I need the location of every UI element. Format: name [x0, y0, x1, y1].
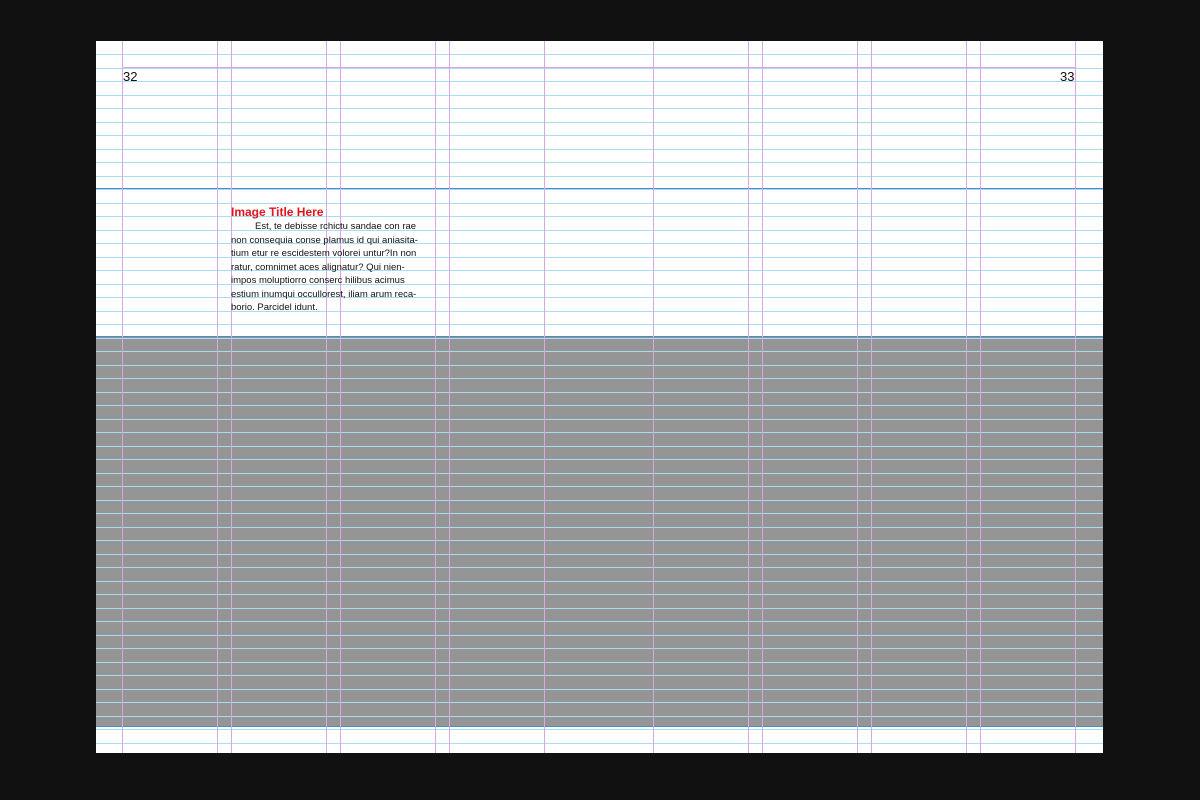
baseline-guide	[96, 81, 1103, 82]
right-page-number: 33	[1060, 69, 1075, 84]
caption-body: Est, te debisse rchictu sandae con rae n…	[231, 220, 436, 315]
baseline-guide	[96, 203, 1103, 204]
caption-title: Image Title Here	[231, 205, 324, 219]
baseline-guide	[96, 95, 1103, 96]
caption-line: ratur, comnimet aces alignatur? Qui nien…	[231, 261, 405, 273]
caption-line: tium etur re escidestem volorei untur?In…	[231, 248, 417, 259]
page-spread: 32 33 Image Title Here Est, te debisse r…	[96, 41, 1103, 753]
image-caption[interactable]: Image Title Here Est, te debisse rchictu…	[231, 205, 436, 315]
baseline-guide	[96, 108, 1103, 109]
baseline-guide	[96, 743, 1103, 744]
baseline-guide	[96, 729, 1103, 730]
baseline-guide	[96, 68, 1103, 69]
baseline-guide	[96, 189, 1103, 190]
caption-line: Est, te debisse rchictu sandae con rae	[255, 221, 417, 232]
baseline-guide	[96, 135, 1103, 136]
baseline-guide	[96, 162, 1103, 163]
section-guide	[96, 726, 1103, 727]
caption-line: impos moluptiorro conserc hilibus acimus	[231, 275, 405, 286]
image-placeholder-frame[interactable]	[96, 337, 1103, 726]
baseline-guide	[96, 122, 1103, 123]
baseline-guide	[96, 54, 1103, 55]
section-guide	[96, 188, 1103, 189]
left-page-number: 32	[123, 69, 138, 84]
caption-line: borio. Parcidel idunt.	[231, 302, 318, 313]
baseline-guide	[96, 324, 1103, 325]
baseline-guide	[96, 149, 1103, 150]
caption-line: non consequia conse plamus id qui aniasi…	[231, 234, 418, 246]
caption-line: estium inumqui occullorest, iliam arum r…	[231, 288, 417, 300]
top-margin-guide	[122, 67, 1076, 68]
baseline-guide	[96, 176, 1103, 177]
